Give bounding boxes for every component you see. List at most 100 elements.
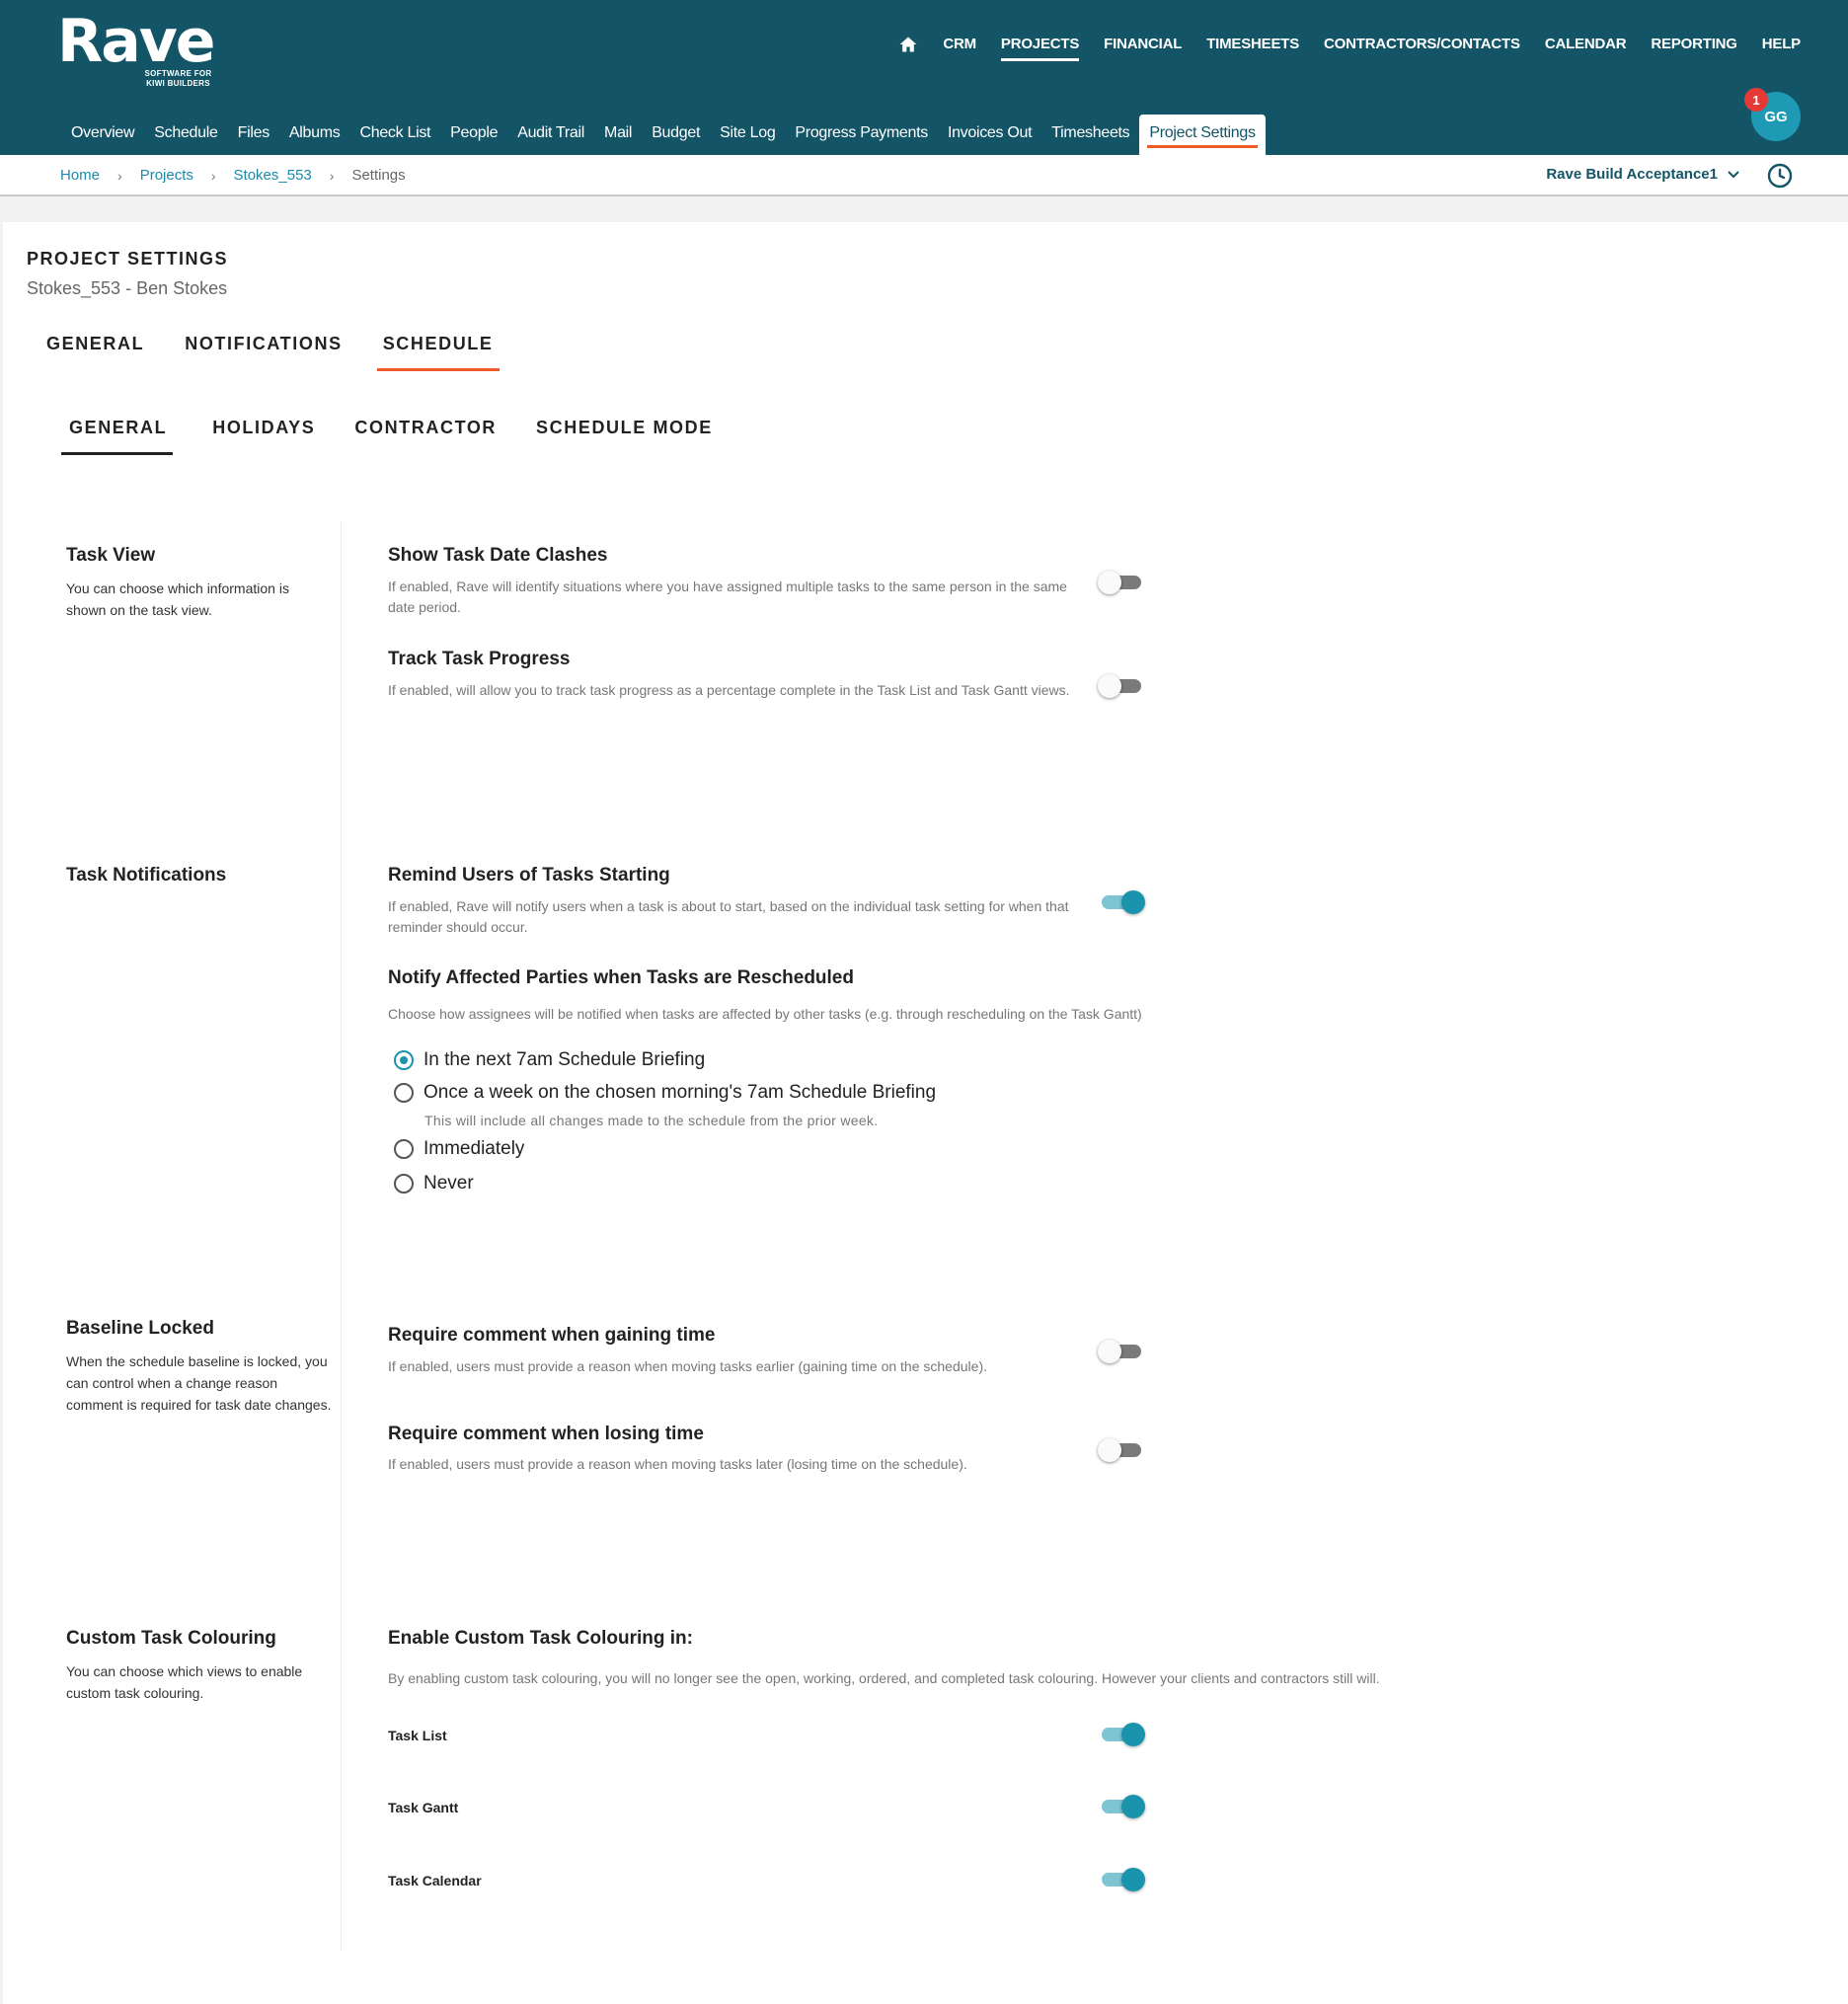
radio-immediately[interactable]: Immediately xyxy=(394,1138,524,1160)
logo-wordmark: Rave xyxy=(57,7,216,76)
nav-calendar[interactable]: CALENDAR xyxy=(1545,36,1627,61)
toggle-date-clashes[interactable] xyxy=(1098,569,1145,596)
toggle-task-calendar[interactable] xyxy=(1098,1866,1145,1893)
tab-notifications[interactable]: NOTIFICATIONS xyxy=(165,324,361,371)
breadcrumb: Home › Projects › Stokes_553 › Settings xyxy=(60,167,406,184)
setting-desc-track-progress: If enabled, will allow you to track task… xyxy=(388,682,1070,698)
project-nav: Overview Schedule Files Albums Check Lis… xyxy=(61,115,1266,155)
project-nav-overview[interactable]: Overview xyxy=(61,115,144,155)
column-divider xyxy=(341,520,342,1950)
setting-desc-remind: If enabled, Rave will notify users when … xyxy=(388,898,1069,935)
radio-button[interactable] xyxy=(394,1050,414,1070)
subtab-schedule-mode[interactable]: SCHEDULE MODE xyxy=(536,410,713,455)
breadcrumb-home[interactable]: Home xyxy=(60,167,100,184)
setting-title-remind: Remind Users of Tasks Starting xyxy=(388,865,670,886)
section-title-custom-colouring: Custom Task Colouring xyxy=(66,1628,276,1649)
project-nav-albums[interactable]: Albums xyxy=(279,115,350,155)
nav-financial[interactable]: FINANCIAL xyxy=(1104,36,1182,61)
chevron-down-icon xyxy=(1728,170,1739,178)
project-nav-files[interactable]: Files xyxy=(228,115,279,155)
page-title: PROJECT SETTINGS xyxy=(27,249,229,269)
setting-desc-losing-time: If enabled, users must provide a reason … xyxy=(388,1456,967,1472)
rave-logo[interactable]: Rave SOFTWARE FOR KIWI BUILDERS xyxy=(57,7,216,91)
nav-timesheets[interactable]: TIMESHEETS xyxy=(1206,36,1299,61)
clock-icon[interactable] xyxy=(1767,163,1793,189)
project-nav-invoices-out[interactable]: Invoices Out xyxy=(938,115,1041,155)
toggle-losing-time[interactable] xyxy=(1098,1436,1145,1464)
radio-weekly-briefing[interactable]: Once a week on the chosen morning's 7am … xyxy=(394,1082,936,1104)
toggle-track-progress[interactable] xyxy=(1098,672,1145,700)
nav-contractors-contacts[interactable]: CONTRACTORS/CONTACTS xyxy=(1324,36,1520,61)
schedule-subtabs: GENERAL HOLIDAYS CONTRACTOR SCHEDULE MOD… xyxy=(61,410,752,455)
project-nav-mail[interactable]: Mail xyxy=(594,115,642,155)
tab-schedule[interactable]: SCHEDULE xyxy=(363,324,513,371)
colour-label-task-gantt: Task Gantt xyxy=(388,1800,459,1815)
breadcrumb-current: Settings xyxy=(351,167,406,184)
section-desc-task-view: You can choose which information is show… xyxy=(66,580,289,618)
toggle-task-list[interactable] xyxy=(1098,1721,1145,1748)
project-nav-budget[interactable]: Budget xyxy=(642,115,710,155)
section-desc-baseline-locked: When the schedule baseline is locked, yo… xyxy=(66,1353,332,1413)
subtab-holidays[interactable]: HOLIDAYS xyxy=(212,410,315,455)
radio-label: In the next 7am Schedule Briefing xyxy=(424,1049,706,1070)
subtab-contractor[interactable]: CONTRACTOR xyxy=(354,410,497,455)
toggle-gaining-time[interactable] xyxy=(1098,1338,1145,1365)
radio-button[interactable] xyxy=(394,1139,414,1159)
nav-reporting[interactable]: REPORTING xyxy=(1651,36,1737,61)
project-nav-site-log[interactable]: Site Log xyxy=(710,115,785,155)
project-nav-schedule[interactable]: Schedule xyxy=(144,115,227,155)
chevron-right-icon: › xyxy=(329,167,335,184)
project-nav-audit-trail[interactable]: Audit Trail xyxy=(507,115,594,155)
radio-label: Immediately xyxy=(424,1138,525,1159)
section-desc-custom-colouring: You can choose which views to enable cus… xyxy=(66,1663,303,1701)
setting-desc-gaining-time: If enabled, users must provide a reason … xyxy=(388,1358,987,1374)
setting-desc-notify: Choose how assignees will be notified wh… xyxy=(388,1006,1142,1022)
settings-tabs: GENERAL NOTIFICATIONS SCHEDULE xyxy=(27,324,514,371)
colour-label-task-list: Task List xyxy=(388,1728,447,1743)
project-nav-timesheets[interactable]: Timesheets xyxy=(1041,115,1139,155)
setting-title-enable-colouring: Enable Custom Task Colouring in: xyxy=(388,1628,693,1649)
project-nav-people[interactable]: People xyxy=(440,115,507,155)
setting-desc-enable-colouring: By enabling custom task colouring, you w… xyxy=(388,1670,1380,1686)
nav-projects[interactable]: PROJECTS xyxy=(1000,36,1079,61)
radio-button[interactable] xyxy=(394,1083,414,1103)
project-nav-check-list[interactable]: Check List xyxy=(349,115,440,155)
home-icon[interactable] xyxy=(898,35,918,54)
subtab-general[interactable]: GENERAL xyxy=(61,410,174,455)
main-nav: CRM PROJECTS FINANCIAL TIMESHEETS CONTRA… xyxy=(898,35,1801,61)
setting-desc-date-clashes: If enabled, Rave will identify situation… xyxy=(388,578,1067,615)
setting-title-date-clashes: Show Task Date Clashes xyxy=(388,545,608,566)
chevron-right-icon: › xyxy=(117,167,122,184)
logo-tagline: SOFTWARE FOR KIWI BUILDERS xyxy=(144,69,212,88)
account-select[interactable]: Rave Build Acceptance1 xyxy=(1546,166,1739,183)
app-header: Rave SOFTWARE FOR KIWI BUILDERS CRM PROJ… xyxy=(0,0,1848,155)
nav-help[interactable]: HELP xyxy=(1762,36,1801,61)
toggle-task-gantt[interactable] xyxy=(1098,1793,1145,1820)
project-name: Stokes_553 - Ben Stokes xyxy=(27,278,228,298)
nav-crm[interactable]: CRM xyxy=(943,36,976,61)
setting-title-gaining-time: Require comment when gaining time xyxy=(388,1325,716,1346)
radio-button[interactable] xyxy=(394,1174,414,1194)
tab-general[interactable]: GENERAL xyxy=(27,324,164,371)
setting-title-losing-time: Require comment when losing time xyxy=(388,1424,704,1444)
setting-title-notify: Notify Affected Parties when Tasks are R… xyxy=(388,967,854,988)
project-nav-progress-payments[interactable]: Progress Payments xyxy=(785,115,938,155)
radio-never[interactable]: Never xyxy=(394,1173,474,1195)
chevron-right-icon: › xyxy=(210,167,216,184)
weekly-note: This will include all changes made to th… xyxy=(424,1113,879,1128)
toggle-remind[interactable] xyxy=(1098,888,1145,916)
breadcrumb-project[interactable]: Stokes_553 xyxy=(234,167,312,184)
project-nav-project-settings[interactable]: Project Settings xyxy=(1139,115,1266,155)
section-title-baseline-locked: Baseline Locked xyxy=(66,1318,214,1339)
settings-card: PROJECT SETTINGS Stokes_553 - Ben Stokes… xyxy=(3,222,1848,2004)
colour-label-task-calendar: Task Calendar xyxy=(388,1873,482,1888)
radio-label: Once a week on the chosen morning's 7am … xyxy=(424,1082,937,1103)
radio-next-briefing[interactable]: In the next 7am Schedule Briefing xyxy=(394,1049,705,1071)
radio-label: Never xyxy=(424,1173,474,1194)
notification-badge[interactable]: 1 xyxy=(1744,88,1768,112)
breadcrumb-bar: Home › Projects › Stokes_553 › Settings … xyxy=(0,155,1848,196)
setting-title-track-progress: Track Task Progress xyxy=(388,649,571,669)
section-title-task-notifications: Task Notifications xyxy=(66,865,227,886)
breadcrumb-projects[interactable]: Projects xyxy=(140,167,193,184)
account-name: Rave Build Acceptance1 xyxy=(1546,166,1718,183)
